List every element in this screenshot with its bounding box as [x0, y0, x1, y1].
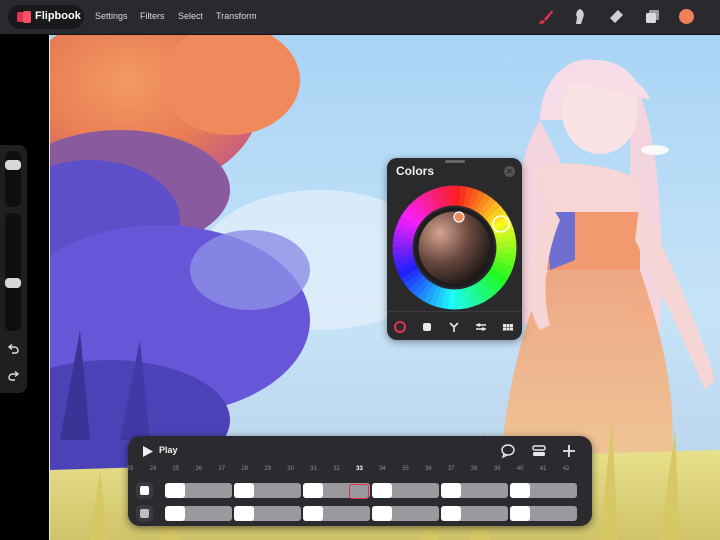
eraser-icon[interactable] — [607, 8, 625, 26]
frame-number[interactable]: 30 — [283, 466, 299, 472]
panel-divider — [387, 311, 522, 312]
frame-cell[interactable] — [441, 483, 508, 498]
frame-number[interactable]: 32 — [329, 466, 345, 472]
frame-number[interactable]: 36 — [420, 466, 436, 472]
frame-number[interactable]: 26 — [191, 466, 207, 472]
layer-row-2 — [133, 505, 583, 522]
keyframe-marker — [165, 483, 185, 498]
onion-skin-icon[interactable] — [500, 443, 516, 459]
keyframe-marker — [441, 483, 461, 498]
color-selector[interactable] — [453, 211, 465, 223]
value-icon[interactable] — [474, 320, 488, 334]
menu-settings[interactable]: Settings — [95, 11, 128, 21]
redo-icon[interactable] — [7, 370, 20, 382]
classic-icon[interactable] — [420, 320, 434, 334]
menu-filters[interactable]: Filters — [140, 11, 165, 21]
frame-number[interactable]: 27 — [214, 466, 230, 472]
frame-cell[interactable] — [303, 506, 370, 521]
frame-cell[interactable] — [165, 483, 232, 498]
harmony-icon[interactable] — [447, 320, 461, 334]
frame-number[interactable]: 35 — [397, 466, 413, 472]
play-icon[interactable] — [142, 445, 154, 458]
timeline-panel: Play 23 24 25 26 27 28 29 30 31 32 33 34 35 36 37 38 39 4… — [127, 436, 592, 526]
keyframe-marker — [303, 483, 323, 498]
layers-icon[interactable] — [643, 8, 661, 26]
frame-number[interactable]: 33 — [352, 466, 368, 472]
frame-number[interactable]: 42 — [558, 466, 574, 472]
colors-panel: Colors ✕ — [387, 158, 522, 340]
frame-number[interactable]: 25 — [168, 466, 184, 472]
frame-number[interactable]: 39 — [489, 466, 505, 472]
add-icon[interactable] — [561, 443, 577, 459]
frame-number[interactable]: 40 — [512, 466, 528, 472]
frame-cell[interactable] — [372, 506, 439, 521]
menu-transform[interactable]: Transform — [216, 11, 257, 21]
frame-number[interactable]: 37 — [443, 466, 459, 472]
brush-opacity-slider-thumb[interactable] — [5, 277, 21, 288]
close-icon[interactable]: ✕ — [504, 166, 515, 177]
layer-visibility-checkbox[interactable] — [136, 482, 153, 499]
frame-cell[interactable] — [234, 506, 301, 521]
keyframe-marker — [303, 506, 323, 521]
keyframe-marker — [510, 506, 530, 521]
frame-cell[interactable] — [372, 483, 439, 498]
settings-icon[interactable] — [531, 443, 547, 459]
flipbook-logo-icon — [17, 11, 31, 23]
saturation-brightness-disc[interactable] — [418, 211, 491, 284]
brush-icon[interactable] — [537, 8, 555, 26]
frame-number[interactable]: 24 — [145, 466, 161, 472]
keyframe-marker — [510, 483, 530, 498]
disc-icon[interactable] — [393, 320, 407, 334]
keyframe-marker — [234, 483, 254, 498]
keyframe-marker — [165, 506, 185, 521]
frame-number[interactable]: 34 — [374, 466, 390, 472]
current-color-swatch[interactable] — [679, 9, 694, 24]
menu-select[interactable]: Select — [178, 11, 203, 21]
frame-cell[interactable] — [510, 483, 577, 498]
brush-size-slider-thumb[interactable] — [5, 160, 21, 171]
undo-icon[interactable] — [7, 343, 20, 355]
play-button[interactable]: Play — [159, 445, 178, 455]
frame-number[interactable]: 38 — [466, 466, 482, 472]
frame-cell[interactable] — [234, 483, 301, 498]
top-toolbar: Flipbook Settings Filters Select Transfo… — [0, 0, 720, 35]
frame-number[interactable]: 28 — [237, 466, 253, 472]
palettes-icon[interactable] — [501, 320, 515, 334]
app-menu-button[interactable]: Flipbook — [8, 5, 84, 29]
keyframe-marker — [372, 483, 392, 498]
keyframe-marker — [234, 506, 254, 521]
app-name: Flipbook — [35, 10, 81, 22]
frame-cell[interactable] — [165, 506, 232, 521]
keyframe-marker — [372, 506, 392, 521]
frame-number[interactable]: 31 — [306, 466, 322, 472]
brush-opacity-slider[interactable] — [5, 213, 21, 331]
layer-visibility-checkbox[interactable] — [136, 505, 153, 522]
frame-number[interactable]: 41 — [535, 466, 551, 472]
frame-cell[interactable] — [510, 506, 577, 521]
current-frame-indicator — [349, 484, 369, 499]
keyframe-marker — [441, 506, 461, 521]
frame-cell[interactable] — [441, 506, 508, 521]
brush-controls-panel — [0, 145, 27, 393]
smudge-icon[interactable] — [571, 8, 589, 26]
frame-number[interactable]: 29 — [260, 466, 276, 472]
panel-grab-handle[interactable] — [445, 160, 465, 163]
color-disc[interactable] — [391, 184, 518, 311]
frame-number[interactable]: 23 — [122, 466, 138, 472]
colors-panel-title: Colors — [396, 164, 435, 178]
